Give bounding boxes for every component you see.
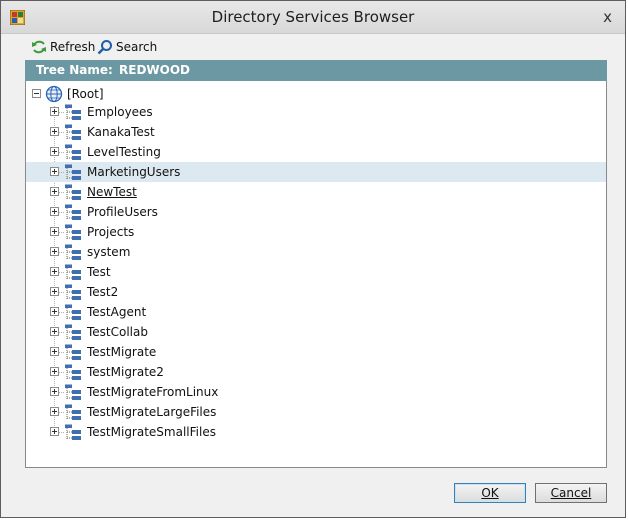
expand-icon[interactable] bbox=[50, 107, 59, 116]
tree-item-label: LevelTesting bbox=[87, 145, 161, 159]
container-tree-icon bbox=[65, 364, 81, 380]
tree-item-label: Test2 bbox=[87, 285, 119, 299]
tree-item[interactable]: Projects bbox=[26, 222, 606, 242]
tree-item[interactable]: system bbox=[26, 242, 606, 262]
tree-item-label: TestMigrateLargeFiles bbox=[87, 405, 217, 419]
expand-icon[interactable] bbox=[50, 167, 59, 176]
search-button[interactable]: Search bbox=[97, 38, 157, 56]
expand-icon[interactable] bbox=[50, 427, 59, 436]
container-tree-icon bbox=[65, 424, 81, 440]
tree-item-label: TestMigrateFromLinux bbox=[87, 385, 219, 399]
expand-icon[interactable] bbox=[50, 287, 59, 296]
tree-item[interactable]: TestMigrateFromLinux bbox=[26, 382, 606, 402]
tree-item[interactable]: TestMigrateSmallFiles bbox=[26, 422, 606, 442]
tree-item[interactable]: TestCollab bbox=[26, 322, 606, 342]
container-tree-icon bbox=[65, 244, 81, 260]
container-tree-icon bbox=[65, 124, 81, 140]
tree-item[interactable]: Test2 bbox=[26, 282, 606, 302]
tree-item[interactable]: TestMigrateLargeFiles bbox=[26, 402, 606, 422]
tree-item[interactable]: NewTest bbox=[26, 182, 606, 202]
directory-services-browser-window: Directory Services Browser x Refresh Sea… bbox=[0, 0, 626, 518]
directory-tree[interactable]: [Root] Employees KanakaTest LevelTesting Ma… bbox=[25, 81, 607, 468]
tree-item-label: TestMigrate bbox=[87, 345, 157, 359]
tree-item-label: TestMigrate2 bbox=[87, 365, 164, 379]
expand-icon[interactable] bbox=[50, 187, 59, 196]
tree-item-label: MarketingUsers bbox=[87, 165, 181, 179]
close-icon[interactable]: x bbox=[603, 9, 612, 25]
container-tree-icon bbox=[65, 304, 81, 320]
expand-icon[interactable] bbox=[50, 147, 59, 156]
expand-icon[interactable] bbox=[50, 347, 59, 356]
refresh-button[interactable]: Refresh bbox=[31, 38, 95, 56]
search-label: Search bbox=[116, 40, 158, 54]
tree-item[interactable]: Test bbox=[26, 262, 606, 282]
search-icon bbox=[97, 40, 112, 55]
tree-item-label: Test bbox=[87, 265, 111, 279]
expand-icon[interactable] bbox=[50, 367, 59, 376]
title-bar[interactable]: Directory Services Browser x bbox=[1, 1, 625, 34]
tree-item[interactable]: LevelTesting bbox=[26, 142, 606, 162]
expand-icon[interactable] bbox=[50, 307, 59, 316]
expand-icon[interactable] bbox=[50, 127, 59, 136]
tree-name-value: REDWOOD bbox=[119, 63, 190, 77]
expand-icon[interactable] bbox=[50, 407, 59, 416]
ok-button[interactable]: OK bbox=[454, 483, 526, 503]
window-title: Directory Services Browser bbox=[211, 8, 415, 26]
tree-item[interactable]: TestAgent bbox=[26, 302, 606, 322]
refresh-icon bbox=[32, 40, 46, 54]
tree-item[interactable]: ProfileUsers bbox=[26, 202, 606, 222]
globe-icon bbox=[45, 85, 63, 103]
container-tree-icon bbox=[65, 264, 81, 280]
container-tree-icon bbox=[65, 344, 81, 360]
tree-item-label: TestCollab bbox=[87, 325, 148, 339]
tree-item-label: ProfileUsers bbox=[87, 205, 158, 219]
container-tree-icon bbox=[65, 104, 81, 120]
container-tree-icon bbox=[65, 404, 81, 420]
tree-item[interactable]: Employees bbox=[26, 102, 606, 122]
tree-item[interactable]: MarketingUsers bbox=[26, 162, 606, 182]
container-tree-icon bbox=[65, 164, 81, 180]
tree-item-label: TestMigrateSmallFiles bbox=[87, 425, 216, 439]
tree-item-label: Employees bbox=[87, 105, 153, 119]
tree-item-label: NewTest bbox=[87, 185, 137, 199]
tree-name-label: Tree Name: bbox=[36, 63, 113, 77]
container-tree-icon bbox=[65, 204, 81, 220]
container-tree-icon bbox=[65, 184, 81, 200]
tree-item-label: Projects bbox=[87, 225, 135, 239]
expand-icon[interactable] bbox=[50, 267, 59, 276]
tree-item[interactable]: TestMigrate2 bbox=[26, 362, 606, 382]
container-tree-icon bbox=[65, 144, 81, 160]
tree-item-label: TestAgent bbox=[87, 305, 147, 319]
expand-icon[interactable] bbox=[50, 327, 59, 336]
cancel-button[interactable]: Cancel bbox=[535, 483, 607, 503]
container-tree-icon bbox=[65, 284, 81, 300]
container-tree-icon bbox=[65, 224, 81, 240]
container-tree-icon bbox=[65, 384, 81, 400]
container-tree-icon bbox=[65, 324, 81, 340]
tree-item-label: system bbox=[87, 245, 131, 259]
refresh-label: Refresh bbox=[50, 40, 96, 54]
collapse-icon[interactable] bbox=[32, 89, 41, 98]
expand-icon[interactable] bbox=[50, 207, 59, 216]
expand-icon[interactable] bbox=[50, 247, 59, 256]
expand-icon[interactable] bbox=[50, 387, 59, 396]
tree-item[interactable]: KanakaTest bbox=[26, 122, 606, 142]
tree-name-header: Tree Name: REDWOOD bbox=[25, 60, 607, 81]
expand-icon[interactable] bbox=[50, 227, 59, 236]
tree-item-label: KanakaTest bbox=[87, 125, 155, 139]
tree-item[interactable]: TestMigrate bbox=[26, 342, 606, 362]
tree-root-node[interactable]: [Root] bbox=[32, 85, 332, 103]
root-label: [Root] bbox=[67, 87, 104, 101]
